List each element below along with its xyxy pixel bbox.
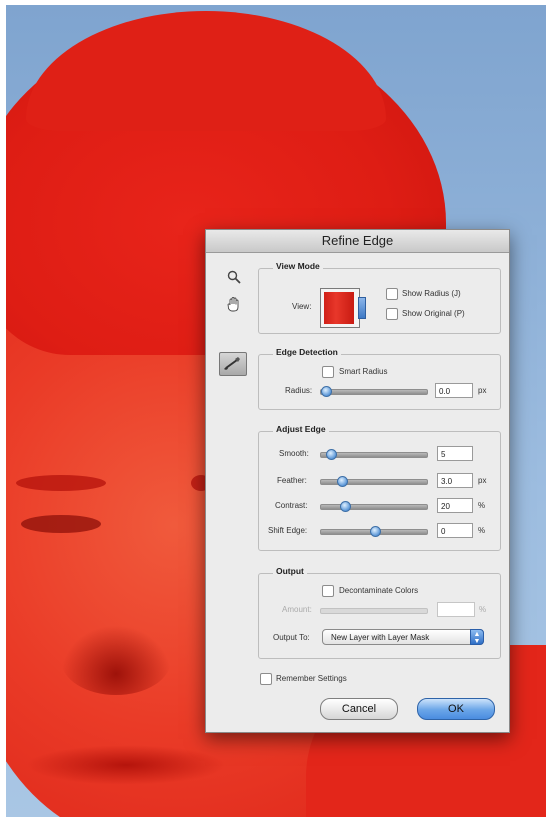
contrast-unit: % [478,501,486,510]
amount-unit: % [479,605,487,614]
refine-radius-brush-icon[interactable] [219,352,247,376]
view-dropdown-arrow[interactable] [358,297,366,319]
smooth-slider[interactable] [320,449,428,460]
select-stepper-icon[interactable]: ▲ ▼ [470,629,484,645]
radius-field[interactable]: 0.0 [435,383,473,398]
remember-settings-checkbox[interactable] [260,673,272,685]
radius-label: Radius: [285,386,313,395]
feather-slider-knob[interactable] [336,476,348,487]
nose [61,625,171,695]
show-radius-label: Show Radius (J) [402,289,461,298]
shift-edge-slider-knob[interactable] [369,526,381,537]
output-title: Output [273,566,307,576]
remember-settings-label: Remember Settings [276,674,347,683]
hand-icon[interactable] [225,296,243,312]
smart-radius-label: Smart Radius [339,367,388,376]
contrast-field[interactable]: 20 [437,498,473,513]
view-mode-thumbnail[interactable] [320,288,366,328]
decontaminate-colors-checkbox[interactable] [322,585,334,597]
output-to-label: Output To: [273,633,310,642]
view-mode-title: View Mode [273,261,323,271]
feather-unit: px [478,476,487,485]
view-mode-group: View Mode [258,261,501,334]
mouth [26,745,226,785]
refine-edge-dialog: Refine Edge View Mode View: Show Radius … [205,229,510,733]
smooth-field[interactable]: 5 [437,446,473,461]
amount-field [437,602,475,617]
radius-unit: px [478,386,487,395]
show-radius-checkbox[interactable] [386,288,398,300]
feather-label: Feather: [277,476,307,485]
output-to-value: New Layer with Layer Mask [331,633,430,642]
ok-button[interactable]: OK [417,698,495,720]
radius-slider[interactable] [320,386,428,397]
cancel-button[interactable]: Cancel [320,698,398,720]
smooth-slider-knob[interactable] [325,449,337,460]
contrast-label: Contrast: [275,501,308,510]
smart-radius-checkbox[interactable] [322,366,334,378]
show-original-label: Show Original (P) [402,309,465,318]
dialog-title: Refine Edge [206,230,509,253]
show-original-checkbox[interactable] [386,308,398,320]
view-preview-image [324,292,354,324]
smooth-label: Smooth: [279,449,309,458]
view-label: View: [292,302,312,311]
left-brow [16,475,106,491]
shift-edge-unit: % [478,526,486,535]
left-eye [21,515,101,533]
contrast-slider[interactable] [320,501,428,512]
radius-slider-knob[interactable] [321,386,332,397]
edge-detection-group: Edge Detection [258,347,501,410]
feather-slider[interactable] [320,476,428,487]
feather-field[interactable]: 3.0 [437,473,473,488]
adjust-edge-title: Adjust Edge [273,424,329,434]
amount-label: Amount: [282,605,312,614]
decontaminate-colors-label: Decontaminate Colors [339,586,419,595]
amount-slider [320,608,428,614]
zoom-icon[interactable] [225,270,243,286]
shift-edge-slider[interactable] [320,526,428,537]
shift-edge-field[interactable]: 0 [437,523,473,538]
output-to-select[interactable]: New Layer with Layer Mask ▲ ▼ [322,629,484,645]
shift-edge-label: Shift Edge: [268,526,308,535]
edge-detection-title: Edge Detection [273,347,341,357]
